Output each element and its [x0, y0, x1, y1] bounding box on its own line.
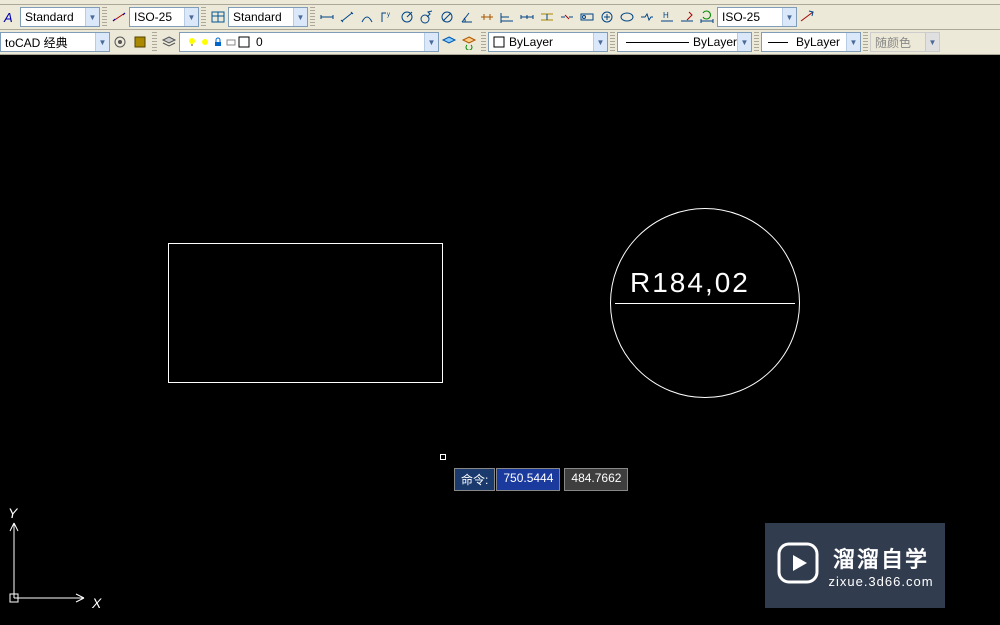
chevron-down-icon: ▼	[782, 8, 796, 26]
dim-edit-icon[interactable]: H	[657, 7, 677, 27]
grip	[610, 32, 615, 52]
dim-tedit-icon[interactable]	[677, 7, 697, 27]
dim-linear-icon[interactable]	[317, 7, 337, 27]
dyn-command-label: 命令:	[454, 468, 495, 491]
chevron-down-icon: ▼	[925, 33, 939, 51]
toolbar-properties: toCAD 经典 ▼ 0 ▼ ByLayer ▼ ByLayer ▼ ByLaye…	[0, 30, 1000, 55]
chevron-down-icon: ▼	[846, 33, 860, 51]
layer-dropdown[interactable]: 0 ▼	[179, 32, 439, 52]
dyn-x-value[interactable]: 750.5444	[496, 468, 560, 491]
watermark-title: 溜溜自学	[833, 542, 929, 574]
lw-sample	[768, 42, 788, 43]
ucs-x-label: X	[92, 595, 101, 611]
dim-style-current-dropdown[interactable]: ISO-25 ▼	[717, 7, 797, 27]
workspace-dropdown[interactable]: toCAD 经典 ▼	[0, 32, 110, 52]
dyn-y-value[interactable]: 484.7662	[564, 468, 628, 491]
color-swatch-icon	[238, 36, 250, 48]
grip	[481, 32, 486, 52]
ucs-y-label: Y	[8, 505, 17, 521]
dimension-line	[615, 303, 795, 304]
text-style-value: Standard	[25, 10, 74, 24]
lineweight-dropdown[interactable]: ByLayer ▼	[761, 32, 861, 52]
grip	[201, 7, 206, 27]
dim-style-dropdown[interactable]: ISO-25 ▼	[129, 7, 199, 27]
play-logo-icon	[776, 541, 820, 590]
svg-text:A: A	[3, 10, 13, 25]
grip	[754, 32, 759, 52]
lock-icon	[212, 36, 224, 48]
dim-style-value: ISO-25	[134, 10, 172, 24]
dim-aligned-icon[interactable]	[337, 7, 357, 27]
chevron-down-icon: ▼	[593, 33, 607, 51]
chevron-down-icon: ▼	[293, 8, 307, 26]
lineweight-value: ByLayer	[796, 35, 840, 49]
text-style-dropdown[interactable]: Standard ▼	[20, 7, 100, 27]
workspace-value: toCAD 经典	[5, 34, 68, 51]
chevron-down-icon: ▼	[95, 33, 109, 51]
dim-space-icon[interactable]	[537, 7, 557, 27]
layer-manager-icon[interactable]	[159, 32, 179, 52]
dim-style-apply-icon[interactable]	[797, 7, 817, 27]
chevron-down-icon: ▼	[184, 8, 198, 26]
color-swatch-icon	[493, 36, 505, 48]
dim-quick-icon[interactable]	[477, 7, 497, 27]
table-style-icon[interactable]	[208, 7, 228, 27]
dim-angular-icon[interactable]	[457, 7, 477, 27]
grip	[863, 32, 868, 52]
plot-icon	[225, 36, 237, 48]
dim-ordinate-icon[interactable]: y	[377, 7, 397, 27]
drawing-canvas[interactable]: R184,02 命令: 750.5444 484.7662 X Y 溜溜自学 z…	[0, 55, 1000, 625]
center-mark-icon[interactable]	[597, 7, 617, 27]
watermark: 溜溜自学 zixue.3d66.com	[765, 523, 945, 608]
inspect-icon[interactable]	[617, 7, 637, 27]
chevron-down-icon: ▼	[737, 33, 751, 51]
layer-name: 0	[252, 35, 424, 49]
linetype-dropdown[interactable]: ByLayer ▼	[617, 32, 752, 52]
dim-jogged-icon[interactable]	[417, 7, 437, 27]
watermark-url: zixue.3d66.com	[828, 574, 933, 589]
dim-arc-icon[interactable]	[357, 7, 377, 27]
plotstyle-dropdown[interactable]: 随颜色 ▼	[870, 32, 940, 52]
svg-text:y: y	[387, 12, 390, 18]
dim-update-icon[interactable]	[697, 7, 717, 27]
line-sample	[626, 42, 689, 43]
dim-radius-icon[interactable]	[397, 7, 417, 27]
text-style-icon[interactable]: A	[0, 7, 20, 27]
dim-continue-icon[interactable]	[517, 7, 537, 27]
cursor-pickbox	[440, 454, 446, 460]
lightbulb-icon	[186, 36, 198, 48]
dim-style-icon[interactable]	[109, 7, 129, 27]
linetype-value: ByLayer	[693, 35, 737, 49]
layer-previous-icon[interactable]	[459, 32, 479, 52]
table-style-dropdown[interactable]: Standard ▼	[228, 7, 308, 27]
dynamic-input: 命令: 750.5444 484.7662	[454, 468, 628, 491]
svg-text:H: H	[663, 11, 669, 20]
workspace-save-icon[interactable]	[130, 32, 150, 52]
layer-states-icon[interactable]	[439, 32, 459, 52]
dimension-radius-text[interactable]: R184,02	[630, 267, 750, 299]
jog-line-icon[interactable]	[637, 7, 657, 27]
plotstyle-value: 随颜色	[875, 34, 911, 51]
table-style-value: Standard	[233, 10, 282, 24]
entity-rectangle[interactable]	[168, 243, 443, 383]
dim-break-icon[interactable]	[557, 7, 577, 27]
color-dropdown[interactable]: ByLayer ▼	[488, 32, 608, 52]
dim-baseline-icon[interactable]	[497, 7, 517, 27]
toolbar-styles: A Standard ▼ ISO-25 ▼ Standard ▼ y H ISO-25…	[0, 5, 1000, 30]
grip	[152, 32, 157, 52]
dim-style2-value: ISO-25	[722, 10, 760, 24]
chevron-down-icon: ▼	[424, 33, 438, 51]
dim-diameter-icon[interactable]	[437, 7, 457, 27]
tolerance-icon[interactable]	[577, 7, 597, 27]
workspace-settings-icon[interactable]	[110, 32, 130, 52]
layer-state-icons	[184, 36, 252, 48]
sun-icon	[199, 36, 211, 48]
ucs-icon: X Y	[4, 508, 94, 613]
color-value: ByLayer	[505, 35, 593, 49]
grip	[102, 7, 107, 27]
chevron-down-icon: ▼	[85, 8, 99, 26]
grip	[310, 7, 315, 27]
